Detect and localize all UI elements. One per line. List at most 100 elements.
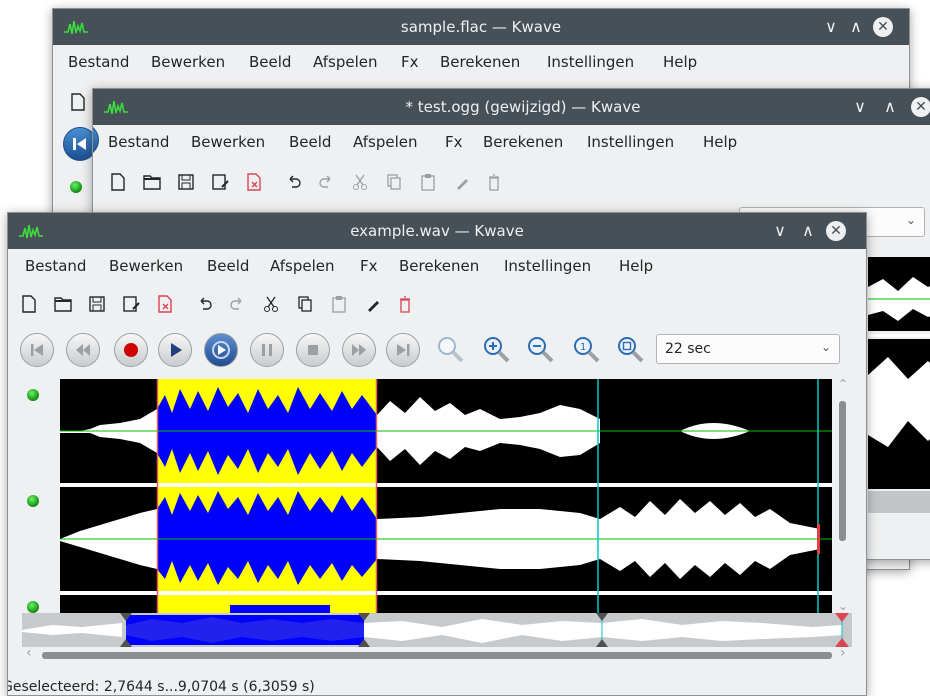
maximize-button[interactable]: ∧ xyxy=(846,17,866,37)
titlebar[interactable]: sample.flac — Kwave ∨ ∧ ✕ xyxy=(53,9,909,45)
track-3-led[interactable] xyxy=(27,601,39,613)
window-title: * test.ogg (gewijzigd) — Kwave xyxy=(405,98,641,116)
undo-icon[interactable] xyxy=(194,293,216,315)
skip-to-start-button[interactable] xyxy=(20,333,54,367)
close-file-icon[interactable] xyxy=(154,293,176,315)
scroll-down-icon[interactable]: ⌄ xyxy=(838,599,848,613)
skip-to-end-icon xyxy=(397,344,410,356)
save-as-icon[interactable] xyxy=(120,293,142,315)
paste-icon[interactable] xyxy=(328,293,350,315)
scrollbar-thumb[interactable] xyxy=(42,652,832,659)
menu-bewerken[interactable]: Bewerken xyxy=(191,133,265,151)
open-folder-icon[interactable] xyxy=(52,293,74,315)
scrollbar-thumb[interactable] xyxy=(839,401,846,541)
zoom-value: 22 sec xyxy=(665,341,711,357)
waveform-area[interactable]: › xyxy=(868,257,930,557)
close-button[interactable]: ✕ xyxy=(826,221,846,241)
overview-strip[interactable] xyxy=(22,613,852,647)
play-button[interactable] xyxy=(158,333,192,367)
scroll-right-icon[interactable]: › xyxy=(840,645,846,661)
new-file-icon[interactable] xyxy=(18,293,40,315)
menu-bestand[interactable]: Bestand xyxy=(25,257,86,275)
save-as-icon[interactable] xyxy=(209,171,231,193)
scroll-up-icon[interactable]: ⌃ xyxy=(838,377,848,391)
menu-bestand[interactable]: Bestand xyxy=(108,133,169,151)
menu-instellingen[interactable]: Instellingen xyxy=(587,133,674,151)
titlebar[interactable]: * test.ogg (gewijzigd) — Kwave ∨ ∧ ✕ xyxy=(93,89,930,125)
stop-icon xyxy=(308,345,318,355)
erase-icon[interactable] xyxy=(451,171,473,193)
menu-instellingen[interactable]: Instellingen xyxy=(504,257,591,275)
menu-help[interactable]: Help xyxy=(619,257,653,275)
minimize-button[interactable]: ∨ xyxy=(770,221,790,241)
zoom-out-icon[interactable] xyxy=(524,333,558,367)
rewind-button[interactable] xyxy=(66,333,100,367)
open-folder-icon[interactable] xyxy=(141,171,163,193)
menu-berekenen[interactable]: Berekenen xyxy=(399,257,479,275)
track-1-led[interactable] xyxy=(27,389,39,401)
menu-berekenen[interactable]: Berekenen xyxy=(483,133,563,151)
save-icon[interactable] xyxy=(175,171,197,193)
stop-button[interactable] xyxy=(296,333,330,367)
erase-icon[interactable] xyxy=(362,293,384,315)
menu-fx[interactable]: Fx xyxy=(360,257,378,275)
scroll-left-icon[interactable]: ‹ xyxy=(26,645,32,661)
undo-icon[interactable] xyxy=(283,171,305,193)
redo-icon[interactable] xyxy=(226,293,248,315)
rewind-icon xyxy=(76,344,90,356)
cut-icon[interactable] xyxy=(349,171,371,193)
pause-button[interactable] xyxy=(250,333,284,367)
titlebar[interactable]: example.wav — Kwave ∨ ∧ ✕ xyxy=(8,213,866,249)
minimize-button[interactable]: ∨ xyxy=(821,17,841,37)
cut-icon[interactable] xyxy=(260,293,282,315)
signal-view[interactable] xyxy=(60,379,832,615)
pause-icon xyxy=(262,344,272,356)
zoom-in-icon[interactable] xyxy=(480,333,514,367)
save-icon[interactable] xyxy=(86,293,108,315)
maximize-button[interactable]: ∧ xyxy=(880,97,900,117)
forward-button[interactable] xyxy=(342,333,376,367)
menu-beeld[interactable]: Beeld xyxy=(249,53,291,71)
minimize-button[interactable]: ∨ xyxy=(850,97,870,117)
loop-play-button[interactable] xyxy=(204,333,238,367)
menu-beeld[interactable]: Beeld xyxy=(207,257,249,275)
delete-icon[interactable] xyxy=(483,171,505,193)
menu-bewerken[interactable]: Bewerken xyxy=(151,53,225,71)
menu-fx[interactable]: Fx xyxy=(401,53,419,71)
menu-instellingen[interactable]: Instellingen xyxy=(547,53,634,71)
menu-help[interactable]: Help xyxy=(663,53,697,71)
delete-icon[interactable] xyxy=(394,293,416,315)
zoom-original-icon[interactable]: 1 xyxy=(570,333,604,367)
record-button[interactable] xyxy=(114,333,148,367)
zoom-to-selection-icon[interactable] xyxy=(434,333,468,367)
menu-afspelen[interactable]: Afspelen xyxy=(270,257,334,275)
vertical-scrollbar[interactable]: ⌃ ⌄ xyxy=(836,377,850,615)
menu-fx[interactable]: Fx xyxy=(445,133,463,151)
new-file-icon[interactable] xyxy=(107,171,129,193)
loop-play-icon xyxy=(212,341,230,359)
close-button[interactable]: ✕ xyxy=(911,97,930,117)
zoom-select[interactable]: 22 sec ⌄ xyxy=(656,334,840,364)
menu-bestand[interactable]: Bestand xyxy=(68,53,129,71)
close-button[interactable]: ✕ xyxy=(873,17,893,37)
play-icon xyxy=(171,343,182,357)
menu-afspelen[interactable]: Afspelen xyxy=(313,53,377,71)
redo-icon[interactable] xyxy=(315,171,337,193)
menu-afspelen[interactable]: Afspelen xyxy=(353,133,417,151)
paste-icon[interactable] xyxy=(417,171,439,193)
zoom-fit-icon[interactable] xyxy=(614,333,648,367)
new-file-icon[interactable] xyxy=(67,91,89,113)
menu-berekenen[interactable]: Berekenen xyxy=(440,53,520,71)
copy-icon[interactable] xyxy=(383,171,405,193)
horizontal-scrollbar[interactable]: ‹ › xyxy=(22,645,852,663)
skip-to-start-icon xyxy=(31,344,43,356)
track-led[interactable] xyxy=(70,181,82,193)
maximize-button[interactable]: ∧ xyxy=(798,221,818,241)
skip-to-end-button[interactable] xyxy=(386,333,420,367)
track-2-led[interactable] xyxy=(27,495,39,507)
close-file-icon[interactable] xyxy=(243,171,265,193)
menu-help[interactable]: Help xyxy=(703,133,737,151)
menu-bewerken[interactable]: Bewerken xyxy=(109,257,183,275)
menu-beeld[interactable]: Beeld xyxy=(289,133,331,151)
copy-icon[interactable] xyxy=(294,293,316,315)
